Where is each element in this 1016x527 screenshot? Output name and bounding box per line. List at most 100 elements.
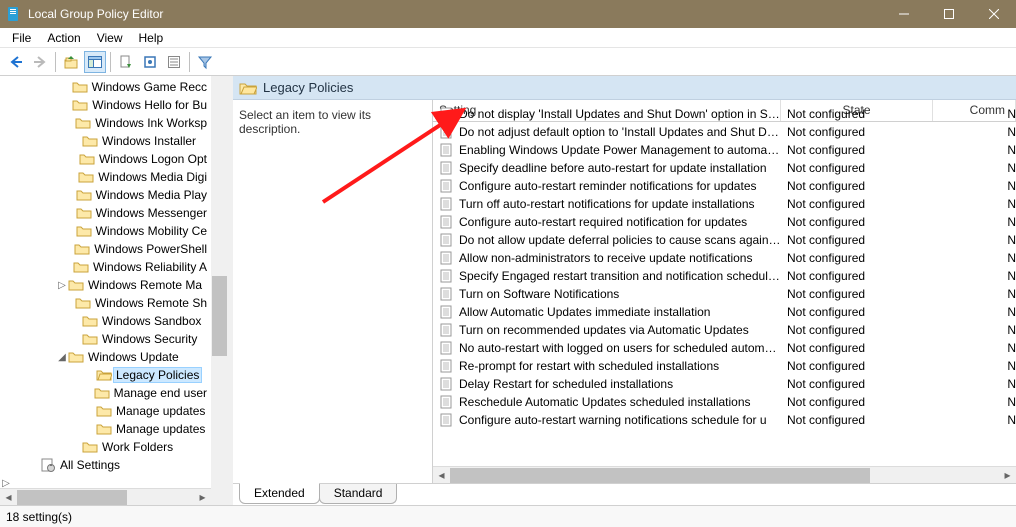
setting-row[interactable]: Reschedule Automatic Updates scheduled i…	[433, 393, 1016, 411]
tree-node[interactable]: Manage updates	[0, 420, 211, 438]
list-hscroll[interactable]: ◂ ▸	[433, 466, 1016, 483]
setting-name: Turn on recommended updates via Automati…	[459, 323, 781, 337]
tree-twisty-icon[interactable]: ▷	[0, 478, 12, 489]
policy-icon	[439, 233, 455, 247]
tree-node[interactable]: Windows Media Digi	[0, 168, 211, 186]
setting-row[interactable]: Allow Automatic Updates immediate instal…	[433, 303, 1016, 321]
setting-row[interactable]: Delay Restart for scheduled installation…	[433, 375, 1016, 393]
folder-icon	[75, 116, 91, 130]
policy-icon	[439, 359, 455, 373]
setting-comment: N	[933, 125, 1016, 139]
tree-node[interactable]: Legacy Policies	[0, 366, 211, 384]
setting-comment: N	[933, 395, 1016, 409]
setting-name: Do not adjust default option to 'Install…	[459, 125, 781, 139]
setting-row[interactable]: Do not allow update deferral policies to…	[433, 231, 1016, 249]
setting-state: Not configured	[781, 377, 933, 391]
setting-name: No auto-restart with logged on users for…	[459, 341, 781, 355]
setting-name: Turn on Software Notifications	[459, 287, 781, 301]
setting-row[interactable]: No auto-restart with logged on users for…	[433, 339, 1016, 357]
tree-node[interactable]: Manage updates	[0, 402, 211, 420]
tree-node[interactable]: Windows Sandbox	[0, 312, 211, 330]
setting-row[interactable]: Specify deadline before auto-restart for…	[433, 159, 1016, 177]
tree-node[interactable]: Work Folders	[0, 438, 211, 456]
tree-node[interactable]: ▷	[0, 474, 211, 488]
right-title: Legacy Policies	[263, 80, 353, 95]
up-button[interactable]	[60, 51, 82, 73]
tree-label: Windows Reliability A	[91, 260, 209, 274]
maximize-button[interactable]	[926, 0, 971, 28]
tree-twisty-icon[interactable]: ◢	[56, 352, 68, 363]
status-bar: 18 setting(s)	[0, 505, 1016, 527]
tree-label: Windows PowerShell	[92, 242, 209, 256]
close-button[interactable]	[971, 0, 1016, 28]
setting-row[interactable]: Configure auto-restart warning notificat…	[433, 411, 1016, 429]
tree-label: Manage updates	[114, 422, 207, 436]
tree-node[interactable]: Windows Mobility Ce	[0, 222, 211, 240]
tree-node[interactable]: Windows Installer	[0, 132, 211, 150]
tree-node[interactable]: Windows Logon Opt	[0, 150, 211, 168]
tree-twisty-icon[interactable]: ▷	[56, 280, 68, 291]
bottom-tabs: Extended Standard	[233, 483, 1016, 505]
tab-standard[interactable]: Standard	[319, 484, 398, 504]
setting-comment: N	[933, 197, 1016, 211]
policy-icon	[439, 197, 455, 211]
tree-label: Windows Media Play	[94, 188, 209, 202]
tree-node[interactable]: Windows Reliability A	[0, 258, 211, 276]
tree-node[interactable]: Manage end user	[0, 384, 211, 402]
tree-hscroll[interactable]: ◂ ▸	[0, 488, 211, 505]
tab-extended[interactable]: Extended	[239, 483, 320, 504]
setting-row[interactable]: Configure auto-restart reminder notifica…	[433, 177, 1016, 195]
policy-icon	[439, 269, 455, 283]
setting-row[interactable]: Enabling Windows Update Power Management…	[433, 141, 1016, 159]
tree-node[interactable]: Windows Messenger	[0, 204, 211, 222]
setting-name: Delay Restart for scheduled installation…	[459, 377, 781, 391]
tree-node[interactable]: ▷ Windows Remote Ma	[0, 276, 211, 294]
tree-label: Windows Remote Ma	[86, 278, 204, 292]
setting-row[interactable]: Configure auto-restart required notifica…	[433, 213, 1016, 231]
tree-label: Windows Messenger	[94, 206, 209, 220]
setting-comment: N	[933, 215, 1016, 229]
setting-row[interactable]: Turn on recommended updates via Automati…	[433, 321, 1016, 339]
refresh-button[interactable]	[139, 51, 161, 73]
setting-row[interactable]: Do not adjust default option to 'Install…	[433, 123, 1016, 141]
tree-node[interactable]: All Settings	[0, 456, 211, 474]
back-button[interactable]	[5, 51, 27, 73]
policy-icon	[439, 287, 455, 301]
tree-node[interactable]: ◢Windows Update	[0, 348, 211, 366]
tree-node[interactable]: Windows Remote Sh	[0, 294, 211, 312]
setting-comment: N	[933, 107, 1016, 121]
setting-row[interactable]: Specify Engaged restart transition and n…	[433, 267, 1016, 285]
setting-row[interactable]: Allow non-administrators to receive upda…	[433, 249, 1016, 267]
export-button[interactable]	[115, 51, 137, 73]
tree-node[interactable]: Windows Ink Worksp	[0, 114, 211, 132]
setting-state: Not configured	[781, 323, 933, 337]
setting-state: Not configured	[781, 161, 933, 175]
setting-row[interactable]: Re-prompt for restart with scheduled ins…	[433, 357, 1016, 375]
minimize-button[interactable]	[881, 0, 926, 28]
properties-button[interactable]	[163, 51, 185, 73]
setting-comment: N	[933, 269, 1016, 283]
tree-node[interactable]: Windows PowerShell	[0, 240, 211, 258]
setting-comment: N	[933, 377, 1016, 391]
menu-view[interactable]: View	[89, 30, 131, 46]
menu-action[interactable]: Action	[39, 30, 88, 46]
forward-button[interactable]	[29, 51, 51, 73]
tree-node[interactable]: Windows Media Play	[0, 186, 211, 204]
setting-comment: N	[933, 323, 1016, 337]
tree-label: Windows Sandbox	[100, 314, 203, 328]
tree-label: Windows Logon Opt	[97, 152, 209, 166]
tree-node[interactable]: Windows Game Recc	[0, 78, 211, 96]
tree-node[interactable]: Windows Hello for Bu	[0, 96, 211, 114]
description-pane: Select an item to view its description.	[233, 100, 433, 483]
menu-file[interactable]: File	[4, 30, 39, 46]
setting-row[interactable]: Turn on Software NotificationsNot config…	[433, 285, 1016, 303]
filter-button[interactable]	[194, 51, 216, 73]
setting-row[interactable]: Turn off auto-restart notifications for …	[433, 195, 1016, 213]
show-hide-tree-button[interactable]	[84, 51, 106, 73]
setting-state: Not configured	[781, 179, 933, 193]
tree-vscroll[interactable]	[211, 76, 228, 505]
menu-help[interactable]: Help	[131, 30, 172, 46]
setting-row[interactable]: Do not display 'Install Updates and Shut…	[433, 105, 1016, 123]
folder-icon	[82, 440, 98, 454]
tree-node[interactable]: Windows Security	[0, 330, 211, 348]
